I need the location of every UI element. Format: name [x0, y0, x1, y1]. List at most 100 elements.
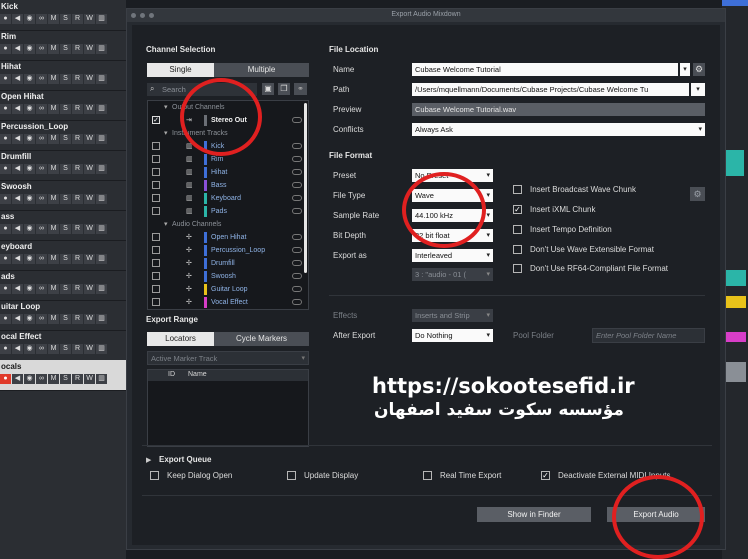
mute-button[interactable]: M	[48, 134, 59, 144]
track-row[interactable]: Swoosh ● ◀ ◉ ∞ M S R W ▥	[0, 180, 126, 211]
lane-icon[interactable]: ∞	[36, 74, 47, 84]
name-field[interactable]: Cubase Welcome Tutorial	[412, 63, 678, 76]
record-enable-icon[interactable]: ●	[0, 194, 11, 204]
format-option-checkbox[interactable]	[513, 225, 522, 234]
listen-icon[interactable]: ◉	[24, 224, 35, 234]
marker-table[interactable]: ID Name	[147, 369, 309, 447]
link-icon[interactable]	[292, 117, 302, 123]
record-enable-icon[interactable]: ●	[0, 14, 11, 24]
record-enable-icon[interactable]: ●	[0, 134, 11, 144]
read-button[interactable]: R	[72, 134, 83, 144]
gear-icon[interactable]: ⚙	[690, 187, 705, 201]
naming-scheme-select[interactable]: 3 : "audio - 01 ( ▾	[412, 268, 493, 281]
edit-instrument-icon[interactable]: ▥	[96, 14, 107, 24]
track-row[interactable]: Rim ● ◀ ◉ ∞ M S R W ▥	[0, 30, 126, 61]
listen-icon[interactable]: ◉	[24, 74, 35, 84]
edit-instrument-icon[interactable]: ▥	[96, 224, 107, 234]
edit-instrument-icon[interactable]: ▥	[96, 74, 107, 84]
edit-instrument-icon[interactable]: ▥	[96, 44, 107, 54]
mute-button[interactable]: M	[48, 374, 59, 384]
solo-button[interactable]: S	[60, 254, 71, 264]
channel-row[interactable]: ▥ Bass	[148, 179, 308, 192]
conflicts-select[interactable]: Always Ask ▾	[412, 123, 705, 136]
record-enable-icon[interactable]: ●	[0, 374, 11, 384]
track-row[interactable]: Percussion_Loop ● ◀ ◉ ∞ M S R W ▥	[0, 120, 126, 151]
listen-icon[interactable]: ◉	[24, 254, 35, 264]
lane-icon[interactable]: ∞	[36, 314, 47, 324]
lane-icon[interactable]: ∞	[36, 374, 47, 384]
copy-icon[interactable]: ❐	[278, 83, 290, 95]
listen-icon[interactable]: ◉	[24, 314, 35, 324]
read-button[interactable]: R	[72, 104, 83, 114]
record-enable-icon[interactable]: ●	[0, 254, 11, 264]
mute-button[interactable]: M	[48, 14, 59, 24]
marker-track-select[interactable]: Active Marker Track ▾	[147, 351, 309, 365]
track-row[interactable]: ass ● ◀ ◉ ∞ M S R W ▥	[0, 210, 126, 241]
link-icon[interactable]	[292, 156, 302, 162]
mute-button[interactable]: M	[48, 74, 59, 84]
write-button[interactable]: W	[84, 104, 95, 114]
audio-event[interactable]	[724, 332, 746, 342]
channel-row[interactable]: ▥ Hihat	[148, 166, 308, 179]
listen-icon[interactable]: ◉	[24, 14, 35, 24]
lane-icon[interactable]: ∞	[36, 344, 47, 354]
link-icon[interactable]	[292, 247, 302, 253]
read-button[interactable]: R	[72, 314, 83, 324]
edit-instrument-icon[interactable]: ▥	[96, 314, 107, 324]
edit-instrument-icon[interactable]: ▥	[96, 194, 107, 204]
monitor-icon[interactable]: ◀	[12, 344, 23, 354]
channel-checkbox[interactable]	[152, 285, 160, 293]
bottom-option-checkbox[interactable]: ✓	[541, 471, 550, 480]
format-option-checkbox[interactable]: ✓	[513, 205, 522, 214]
audio-event[interactable]	[724, 296, 746, 308]
solo-button[interactable]: S	[60, 374, 71, 384]
listen-icon[interactable]: ◉	[24, 104, 35, 114]
mute-button[interactable]: M	[48, 44, 59, 54]
link-icon[interactable]	[292, 195, 302, 201]
channel-checkbox[interactable]	[152, 142, 160, 150]
link-icon[interactable]	[292, 234, 302, 240]
write-button[interactable]: W	[84, 344, 95, 354]
bottom-option-checkbox[interactable]	[287, 471, 296, 480]
solo-button[interactable]: S	[60, 44, 71, 54]
record-enable-icon[interactable]: ●	[0, 74, 11, 84]
tab-single[interactable]: Single	[147, 63, 214, 77]
pool-folder-input[interactable]: Enter Pool Folder Name	[592, 328, 705, 343]
monitor-icon[interactable]: ◀	[12, 44, 23, 54]
mute-button[interactable]: M	[48, 314, 59, 324]
monitor-icon[interactable]: ◀	[12, 374, 23, 384]
link-icon[interactable]	[292, 182, 302, 188]
record-enable-icon[interactable]: ●	[0, 284, 11, 294]
audio-event[interactable]	[724, 362, 746, 382]
channel-checkbox[interactable]	[152, 272, 160, 280]
channel-checkbox[interactable]	[152, 298, 160, 306]
channel-checkbox[interactable]	[152, 246, 160, 254]
track-row[interactable]: Drumfill ● ◀ ◉ ∞ M S R W ▥	[0, 150, 126, 181]
write-button[interactable]: W	[84, 254, 95, 264]
write-button[interactable]: W	[84, 134, 95, 144]
solo-button[interactable]: S	[60, 284, 71, 294]
lane-icon[interactable]: ∞	[36, 224, 47, 234]
lane-icon[interactable]: ∞	[36, 104, 47, 114]
channel-checkbox[interactable]	[152, 259, 160, 267]
mute-button[interactable]: M	[48, 164, 59, 174]
link-icon[interactable]	[292, 143, 302, 149]
record-enable-icon[interactable]: ●	[0, 314, 11, 324]
tab-cycle-markers[interactable]: Cycle Markers	[214, 332, 309, 346]
link-icon[interactable]	[292, 208, 302, 214]
record-enable-icon[interactable]: ●	[0, 104, 11, 114]
lane-icon[interactable]: ∞	[36, 134, 47, 144]
monitor-icon[interactable]: ◀	[12, 194, 23, 204]
edit-instrument-icon[interactable]: ▥	[96, 134, 107, 144]
read-button[interactable]: R	[72, 224, 83, 234]
solo-button[interactable]: S	[60, 104, 71, 114]
listen-icon[interactable]: ◉	[24, 344, 35, 354]
channel-checkbox[interactable]	[152, 233, 160, 241]
solo-button[interactable]: S	[60, 224, 71, 234]
mute-button[interactable]: M	[48, 194, 59, 204]
tab-locators[interactable]: Locators	[147, 332, 214, 346]
read-button[interactable]: R	[72, 344, 83, 354]
edit-instrument-icon[interactable]: ▥	[96, 374, 107, 384]
solo-button[interactable]: S	[60, 164, 71, 174]
path-menu-button[interactable]: ▾	[691, 83, 705, 96]
